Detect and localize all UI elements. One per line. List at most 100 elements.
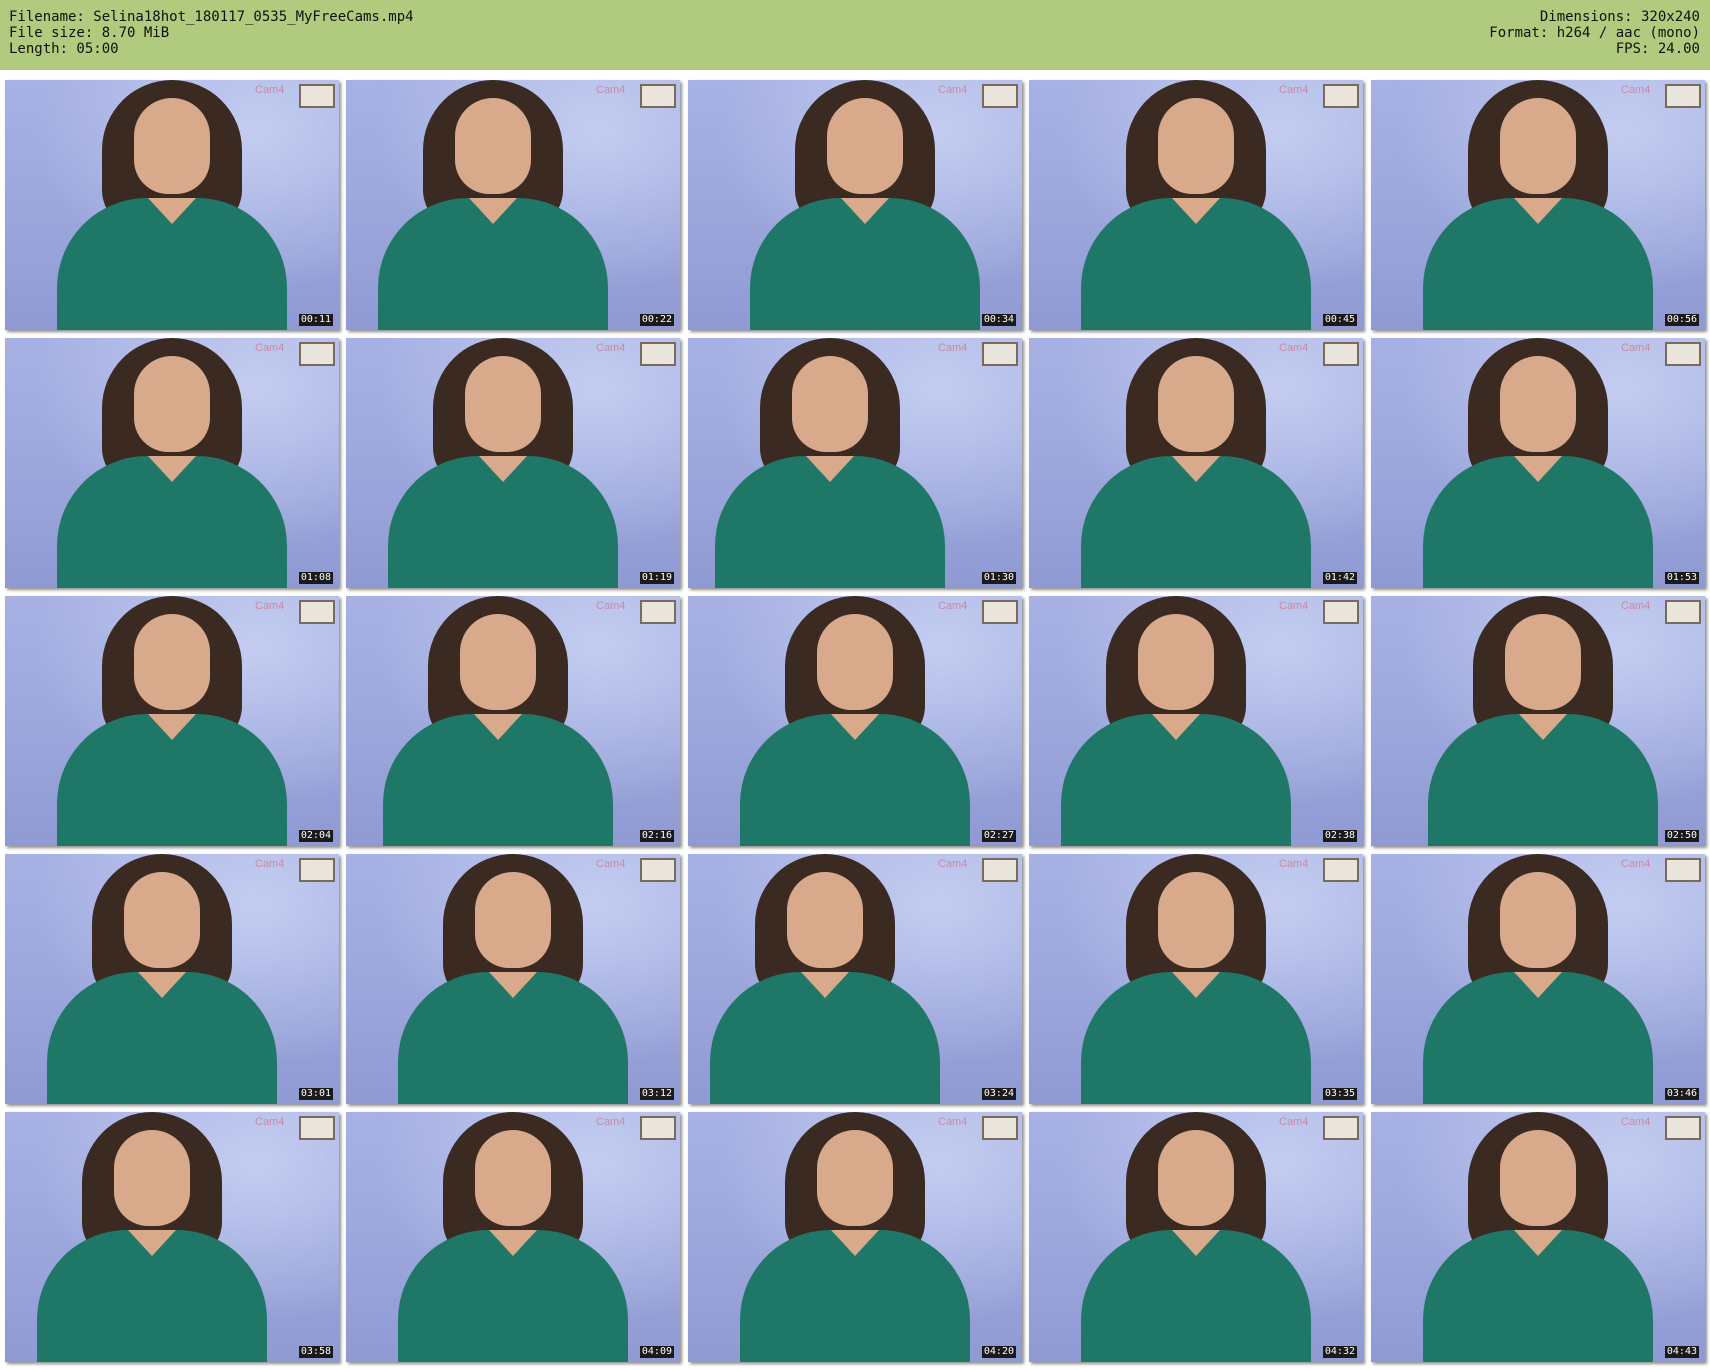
watermark-logo: Cam4 [1279, 1116, 1309, 1128]
shirt-neckline [1514, 456, 1562, 482]
shirt-neckline [1172, 456, 1220, 482]
timestamp-label: 01:53 [1664, 572, 1699, 584]
video-thumbnail: Cam4 03:35 [1029, 854, 1363, 1104]
timestamp-label: 01:08 [298, 572, 333, 584]
shirt-neckline [801, 972, 849, 998]
watermark-logo: Cam4 [938, 858, 968, 870]
watermark-logo: Cam4 [596, 1116, 626, 1128]
length-text: Length: 05:00 [9, 41, 119, 57]
shirt-neckline [474, 714, 522, 740]
shirt-neckline [148, 714, 196, 740]
wall-picture-frame-icon [299, 600, 335, 624]
shirt-neckline [1152, 714, 1200, 740]
wall-picture-frame-icon [640, 858, 676, 882]
watermark-logo: Cam4 [1621, 84, 1651, 96]
video-thumbnail: Cam4 01:08 [5, 338, 339, 588]
person-face [114, 1130, 190, 1226]
wall-picture-frame-icon [1665, 858, 1701, 882]
timestamp-label: 00:56 [1664, 314, 1699, 326]
timestamp-label: 00:22 [639, 314, 674, 326]
person-face [460, 614, 536, 710]
format-text: Format: h264 / aac (mono) [1489, 25, 1700, 41]
shirt-neckline [831, 1230, 879, 1256]
info-left: Filename: Selina18hot_180117_0535_MyFree… [9, 9, 414, 57]
shirt-neckline [841, 198, 889, 224]
shirt-neckline [138, 972, 186, 998]
wall-picture-frame-icon [299, 858, 335, 882]
video-thumbnail: Cam4 00:45 [1029, 80, 1363, 330]
person-face [787, 872, 863, 968]
timestamp-label: 00:34 [981, 314, 1016, 326]
info-right: Dimensions: 320x240 Format: h264 / aac (… [1489, 9, 1700, 57]
timestamp-label: 04:43 [1664, 1346, 1699, 1358]
video-thumbnail: Cam4 01:53 [1371, 338, 1705, 588]
person-face [134, 98, 210, 194]
wall-picture-frame-icon [982, 600, 1018, 624]
watermark-logo: Cam4 [1621, 600, 1651, 612]
video-thumbnail: Cam4 02:38 [1029, 596, 1363, 846]
video-thumbnail: Cam4 03:01 [5, 854, 339, 1104]
person-face [1138, 614, 1214, 710]
wall-picture-frame-icon [299, 1116, 335, 1140]
shirt-neckline [831, 714, 879, 740]
watermark-logo: Cam4 [1279, 858, 1309, 870]
wall-picture-frame-icon [1665, 84, 1701, 108]
shirt-neckline [489, 972, 537, 998]
watermark-logo: Cam4 [1621, 342, 1651, 354]
wall-picture-frame-icon [640, 600, 676, 624]
watermark-logo: Cam4 [1279, 600, 1309, 612]
video-thumbnail: Cam4 02:04 [5, 596, 339, 846]
person-face [475, 872, 551, 968]
fps-text: FPS: 24.00 [1615, 41, 1700, 57]
timestamp-label: 03:01 [298, 1088, 333, 1100]
shirt-neckline [1172, 1230, 1220, 1256]
watermark-logo: Cam4 [938, 1116, 968, 1128]
person-face [827, 98, 903, 194]
timestamp-label: 00:45 [1322, 314, 1357, 326]
person-face [1500, 1130, 1576, 1226]
timestamp-label: 01:19 [639, 572, 674, 584]
dimensions-text: Dimensions: 320x240 [1539, 9, 1700, 25]
shirt-neckline [1519, 714, 1567, 740]
person-face [1505, 614, 1581, 710]
timestamp-label: 02:50 [1664, 830, 1699, 842]
watermark-logo: Cam4 [255, 858, 285, 870]
timestamp-label: 03:12 [639, 1088, 674, 1100]
watermark-logo: Cam4 [596, 858, 626, 870]
watermark-logo: Cam4 [255, 84, 285, 96]
watermark-logo: Cam4 [596, 342, 626, 354]
video-thumbnail: Cam4 03:12 [346, 854, 680, 1104]
wall-picture-frame-icon [982, 342, 1018, 366]
timestamp-label: 02:16 [639, 830, 674, 842]
shirt-neckline [1172, 972, 1220, 998]
info-header: Filename: Selina18hot_180117_0535_MyFree… [0, 0, 1710, 70]
timestamp-label: 02:04 [298, 830, 333, 842]
shirt-neckline [1514, 972, 1562, 998]
wall-picture-frame-icon [982, 1116, 1018, 1140]
watermark-logo: Cam4 [255, 342, 285, 354]
person-face [455, 98, 531, 194]
wall-picture-frame-icon [1665, 1116, 1701, 1140]
video-thumbnail: Cam4 03:58 [5, 1112, 339, 1362]
filename-text: Filename: Selina18hot_180117_0535_MyFree… [9, 9, 414, 25]
wall-picture-frame-icon [1665, 600, 1701, 624]
person-face [124, 872, 200, 968]
watermark-logo: Cam4 [938, 342, 968, 354]
watermark-logo: Cam4 [1279, 342, 1309, 354]
video-thumbnail: Cam4 00:11 [5, 80, 339, 330]
video-thumbnail: Cam4 02:27 [688, 596, 1022, 846]
shirt-neckline [128, 1230, 176, 1256]
wall-picture-frame-icon [1323, 600, 1359, 624]
thumbnail-grid: Cam4 00:11 Cam4 00:22 Cam4 00:34 Cam4 00:45 Cam4… [5, 80, 1707, 1364]
shirt-neckline [1514, 198, 1562, 224]
shirt-neckline [479, 456, 527, 482]
person-face [1158, 1130, 1234, 1226]
person-face [792, 356, 868, 452]
wall-picture-frame-icon [299, 342, 335, 366]
wall-picture-frame-icon [982, 84, 1018, 108]
video-thumbnail: Cam4 04:09 [346, 1112, 680, 1362]
watermark-logo: Cam4 [596, 84, 626, 96]
video-thumbnail: Cam4 00:34 [688, 80, 1022, 330]
timestamp-label: 01:30 [981, 572, 1016, 584]
video-thumbnail: Cam4 00:22 [346, 80, 680, 330]
